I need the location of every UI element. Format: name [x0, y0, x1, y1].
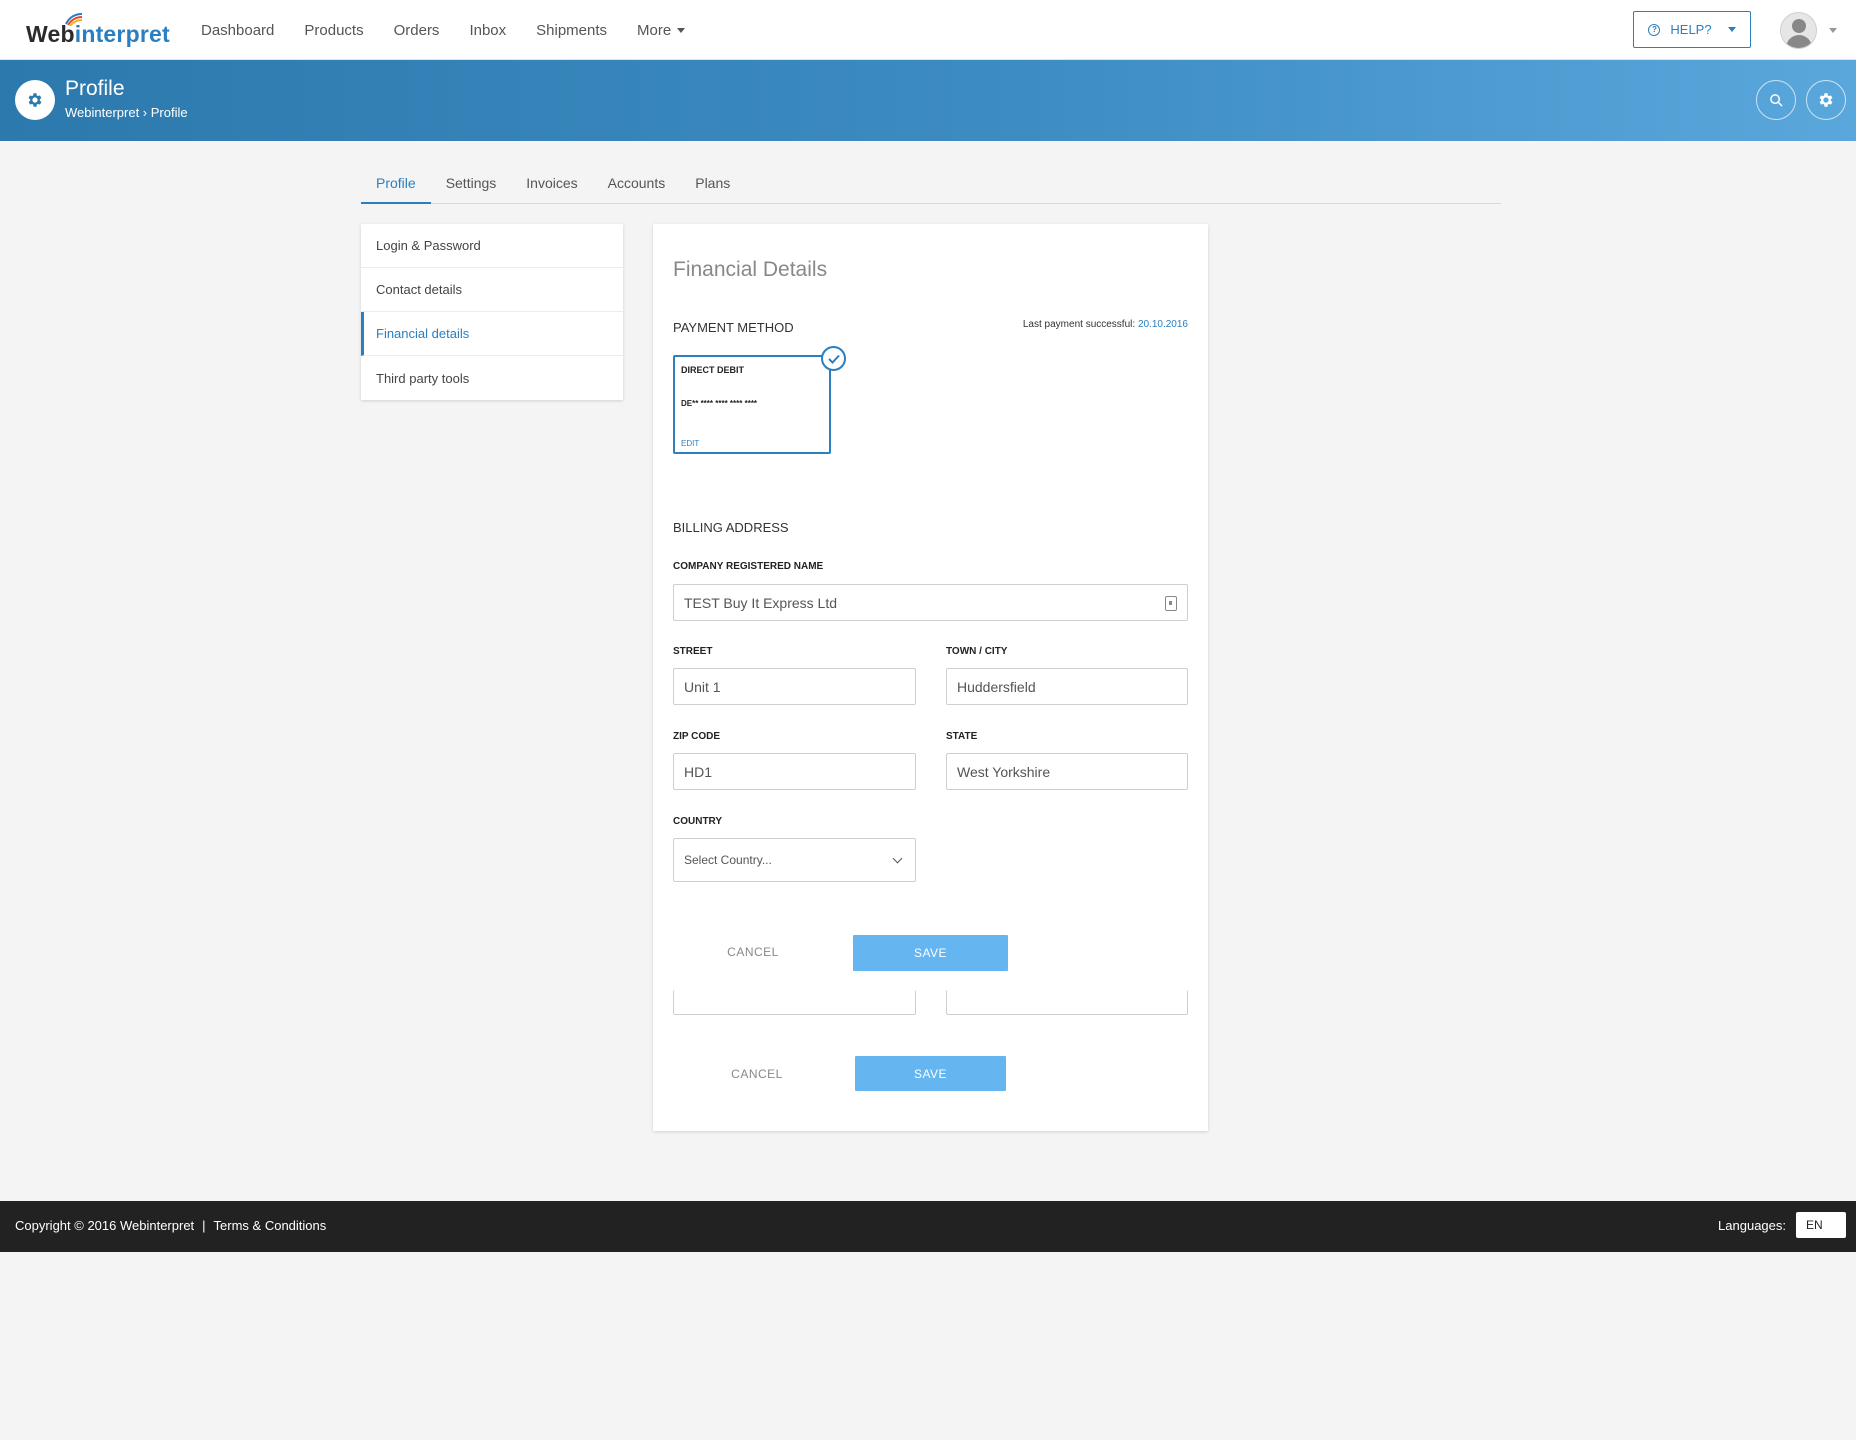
footer-right: Languages: EN: [1718, 1212, 1846, 1238]
caret-down-icon: [1727, 27, 1736, 32]
languages-label: Languages:: [1718, 1217, 1786, 1233]
last-payment-status: Last payment successful: 20.10.2016: [1023, 319, 1188, 330]
caret-down-icon: [1829, 27, 1837, 33]
state-field[interactable]: West Yorkshire: [946, 753, 1188, 790]
checkmark-icon: [821, 346, 846, 371]
financial-details-card: Financial Details PAYMENT METHOD Last pa…: [653, 224, 1208, 1131]
nav-shipments[interactable]: Shipments: [521, 22, 622, 39]
profile-sidebar: Login & Password Contact details Financi…: [361, 224, 623, 400]
search-icon: [1769, 93, 1783, 107]
gear-icon: [1819, 93, 1833, 107]
main-nav: Dashboard Products Orders Inbox Shipment…: [186, 0, 700, 60]
company-name-value: TEST Buy It Express Ltd: [684, 594, 838, 611]
settings-button[interactable]: [1806, 80, 1846, 120]
hidden-field-left[interactable]: [673, 990, 916, 1015]
language-select[interactable]: EN: [1796, 1212, 1846, 1238]
chevron-down-icon: [892, 853, 903, 863]
logo-swoosh-icon: [65, 13, 83, 26]
contact-card-icon: [1165, 596, 1177, 611]
nav-inbox[interactable]: Inbox: [454, 22, 521, 39]
town-value: Huddersfield: [957, 678, 1036, 695]
state-value: West Yorkshire: [957, 763, 1051, 780]
street-value: Unit 1: [684, 678, 721, 695]
nav-products[interactable]: Products: [289, 22, 378, 39]
copyright-text: Copyright © 2016 Webinterpret: [15, 1218, 195, 1233]
section-title: Financial Details: [673, 258, 828, 281]
tab-plans[interactable]: Plans: [680, 166, 745, 204]
payment-type: DIRECT DEBIT: [681, 365, 744, 375]
payment-method-heading: PAYMENT METHOD: [673, 320, 794, 335]
avatar-icon: [1780, 11, 1817, 49]
help-label: HELP?: [1670, 22, 1712, 37]
company-name-field[interactable]: TEST Buy It Express Ltd: [673, 584, 1188, 621]
town-label: TOWN / CITY: [946, 646, 1008, 657]
nav-dashboard[interactable]: Dashboard: [186, 22, 289, 39]
terms-link[interactable]: Terms & Conditions: [214, 1218, 327, 1233]
top-navbar: Web interpret Dashboard Products Orders I…: [0, 0, 1856, 60]
profile-tabs: Profile Settings Invoices Accounts Plans: [361, 166, 1501, 204]
sidebar-item-contact-details[interactable]: Contact details: [361, 268, 623, 312]
street-field[interactable]: Unit 1: [673, 668, 916, 705]
last-payment-text: Last payment successful:: [1022, 319, 1136, 330]
logo-text-interpret: interpret: [74, 21, 170, 47]
cancel-button[interactable]: CANCEL: [693, 945, 813, 959]
tab-settings[interactable]: Settings: [431, 166, 512, 204]
sidebar-item-financial-details[interactable]: Financial details: [361, 312, 623, 356]
tab-profile[interactable]: Profile: [361, 166, 431, 204]
payment-method-card[interactable]: DIRECT DEBIT DE** **** **** **** **** ED…: [673, 346, 846, 454]
cancel-button-secondary[interactable]: CANCEL: [697, 1067, 817, 1081]
payment-account-number: DE** **** **** **** ****: [681, 399, 758, 408]
sidebar-item-third-party-tools[interactable]: Third party tools: [361, 356, 623, 400]
town-field[interactable]: Huddersfield: [946, 668, 1188, 705]
search-button[interactable]: [1756, 80, 1796, 120]
payment-edit-link[interactable]: EDIT: [681, 439, 699, 448]
footer-left: Copyright © 2016 Webinterpret | Terms & …: [15, 1218, 326, 1233]
gear-icon: [15, 80, 55, 120]
country-select[interactable]: Select Country...: [673, 838, 916, 882]
footer-separator: |: [202, 1218, 206, 1233]
webinterpret-logo[interactable]: Web interpret: [26, 12, 170, 48]
billing-address-heading: BILLING ADDRESS: [673, 520, 789, 535]
nav-more-dropdown[interactable]: More: [622, 22, 700, 39]
sidebar-item-login-password[interactable]: Login & Password: [361, 224, 623, 268]
footer: Copyright © 2016 Webinterpret | Terms & …: [0, 1201, 1856, 1252]
tab-invoices[interactable]: Invoices: [511, 166, 592, 204]
street-label: STREET: [673, 646, 713, 657]
hidden-field-right[interactable]: [946, 990, 1188, 1015]
last-payment-date: 20.10.2016: [1137, 319, 1188, 330]
tab-accounts[interactable]: Accounts: [593, 166, 681, 204]
help-circle-icon: ?: [1648, 23, 1661, 36]
save-button[interactable]: SAVE: [853, 935, 1008, 971]
nav-orders[interactable]: Orders: [379, 22, 455, 39]
nav-more-label: More: [637, 21, 672, 39]
page-title: Profile: [65, 77, 125, 100]
state-label: STATE: [946, 731, 978, 742]
caret-down-icon: [677, 28, 686, 34]
zip-field[interactable]: HD1: [673, 753, 916, 790]
breadcrumb: Webinterpret › Profile: [65, 105, 188, 120]
zip-value: HD1: [684, 763, 713, 780]
zip-label: ZIP CODE: [673, 731, 721, 742]
help-button[interactable]: ? HELP?: [1633, 11, 1751, 48]
user-menu[interactable]: [1780, 11, 1837, 49]
company-name-label: COMPANY REGISTERED NAME: [673, 561, 824, 572]
country-label: COUNTRY: [673, 816, 723, 827]
country-placeholder: Select Country...: [684, 853, 772, 867]
page-header: Profile Webinterpret › Profile: [0, 60, 1856, 141]
save-button-secondary[interactable]: SAVE: [855, 1056, 1006, 1091]
